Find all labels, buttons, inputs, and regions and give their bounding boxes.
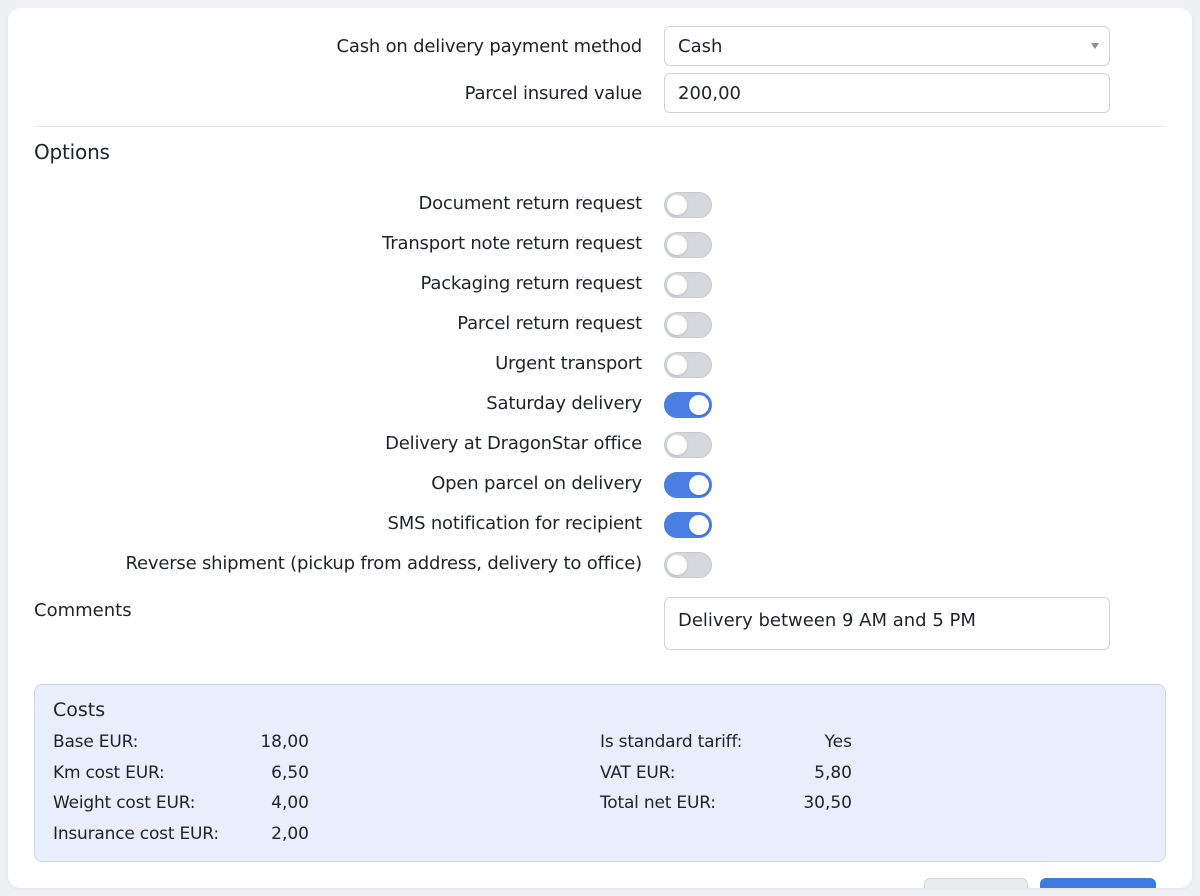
option-open-parcel: Open parcel on delivery [8, 470, 1192, 500]
cost-value-base: 18,00 [260, 732, 309, 752]
option-label: Packaging return request [420, 273, 643, 294]
toggle-knob [667, 555, 687, 575]
option-packaging-return: Packaging return request [8, 270, 1192, 300]
sms-notification-toggle[interactable] [664, 512, 712, 538]
option-label: Transport note return request [382, 233, 642, 254]
option-label: SMS notification for recipient [387, 513, 643, 534]
option-label: Document return request [418, 193, 642, 214]
option-parcel-return: Parcel return request [8, 310, 1192, 340]
toggle-knob [667, 195, 687, 215]
cost-value-weight: 4,00 [271, 793, 309, 813]
toggle-knob [667, 275, 687, 295]
option-label: Urgent transport [495, 353, 642, 374]
section-divider [34, 126, 1166, 127]
insured-value-row: Parcel insured value 200,00 [8, 73, 1192, 113]
option-sms-notification: SMS notification for recipient [8, 510, 1192, 540]
chevron-down-icon [1091, 43, 1099, 49]
option-label: Delivery at DragonStar office [385, 433, 642, 454]
urgent-transport-toggle[interactable] [664, 352, 712, 378]
cost-label-km: Km cost EUR: [53, 763, 165, 783]
option-label: Open parcel on delivery [431, 473, 642, 494]
cost-label-base: Base EUR: [53, 732, 139, 752]
toggle-knob [667, 355, 687, 375]
cost-label-vat: VAT EUR: [600, 763, 676, 783]
option-label: Reverse shipment (pickup from address, d… [125, 553, 643, 574]
cost-label-insurance: Insurance cost EUR: [53, 824, 219, 844]
cod-method-label: Cash on delivery payment method [336, 35, 643, 57]
option-saturday-delivery: Saturday delivery [8, 390, 1192, 420]
packaging-return-toggle[interactable] [664, 272, 712, 298]
toggle-knob [667, 235, 687, 255]
option-transport-note-return: Transport note return request [8, 230, 1192, 260]
toggle-knob [689, 475, 709, 495]
insured-value-input[interactable]: 200,00 [664, 73, 1110, 113]
cost-label-total-net: Total net EUR: [600, 793, 716, 813]
cost-value-total-net: 30,50 [803, 793, 852, 813]
toggle-knob [667, 315, 687, 335]
cod-method-select[interactable]: Cash [664, 26, 1110, 66]
toggle-knob [667, 435, 687, 455]
option-label: Parcel return request [457, 313, 642, 334]
cost-value-insurance: 2,00 [271, 824, 309, 844]
shipment-form-card: Cash on delivery payment method Cash Par… [8, 8, 1192, 888]
cost-value-standard-tariff: Yes [824, 732, 852, 752]
saturday-delivery-toggle[interactable] [664, 392, 712, 418]
option-reverse-shipment: Reverse shipment (pickup from address, d… [8, 550, 1192, 580]
secondary-button[interactable] [924, 878, 1028, 888]
cost-label-weight: Weight cost EUR: [53, 793, 196, 813]
open-parcel-toggle[interactable] [664, 472, 712, 498]
cod-method-value: Cash [678, 35, 723, 57]
insured-value-text: 200,00 [678, 82, 741, 104]
comments-label: Comments [34, 600, 132, 621]
office-delivery-toggle[interactable] [664, 432, 712, 458]
parcel-return-toggle[interactable] [664, 312, 712, 338]
option-document-return: Document return request [8, 190, 1192, 220]
options-title: Options [34, 140, 110, 164]
comments-text: Delivery between 9 AM and 5 PM [678, 610, 976, 631]
insured-value-label: Parcel insured value [464, 82, 643, 104]
transport-note-return-toggle[interactable] [664, 232, 712, 258]
toggle-knob [689, 515, 709, 535]
document-return-toggle[interactable] [664, 192, 712, 218]
comments-textarea[interactable]: Delivery between 9 AM and 5 PM [664, 597, 1110, 650]
option-urgent-transport: Urgent transport [8, 350, 1192, 380]
option-office-delivery: Delivery at DragonStar office [8, 430, 1192, 460]
costs-title: Costs [53, 699, 106, 721]
reverse-shipment-toggle[interactable] [664, 552, 712, 578]
primary-button[interactable] [1040, 878, 1156, 888]
option-label: Saturday delivery [486, 393, 642, 414]
cost-value-km: 6,50 [271, 763, 309, 783]
cost-value-vat: 5,80 [814, 763, 852, 783]
cost-label-standard-tariff: Is standard tariff: [600, 732, 743, 752]
toggle-knob [689, 395, 709, 415]
costs-panel: Costs Base EUR: 18,00 Km cost EUR: 6,50 … [34, 684, 1166, 862]
cod-method-row: Cash on delivery payment method Cash [8, 26, 1192, 66]
